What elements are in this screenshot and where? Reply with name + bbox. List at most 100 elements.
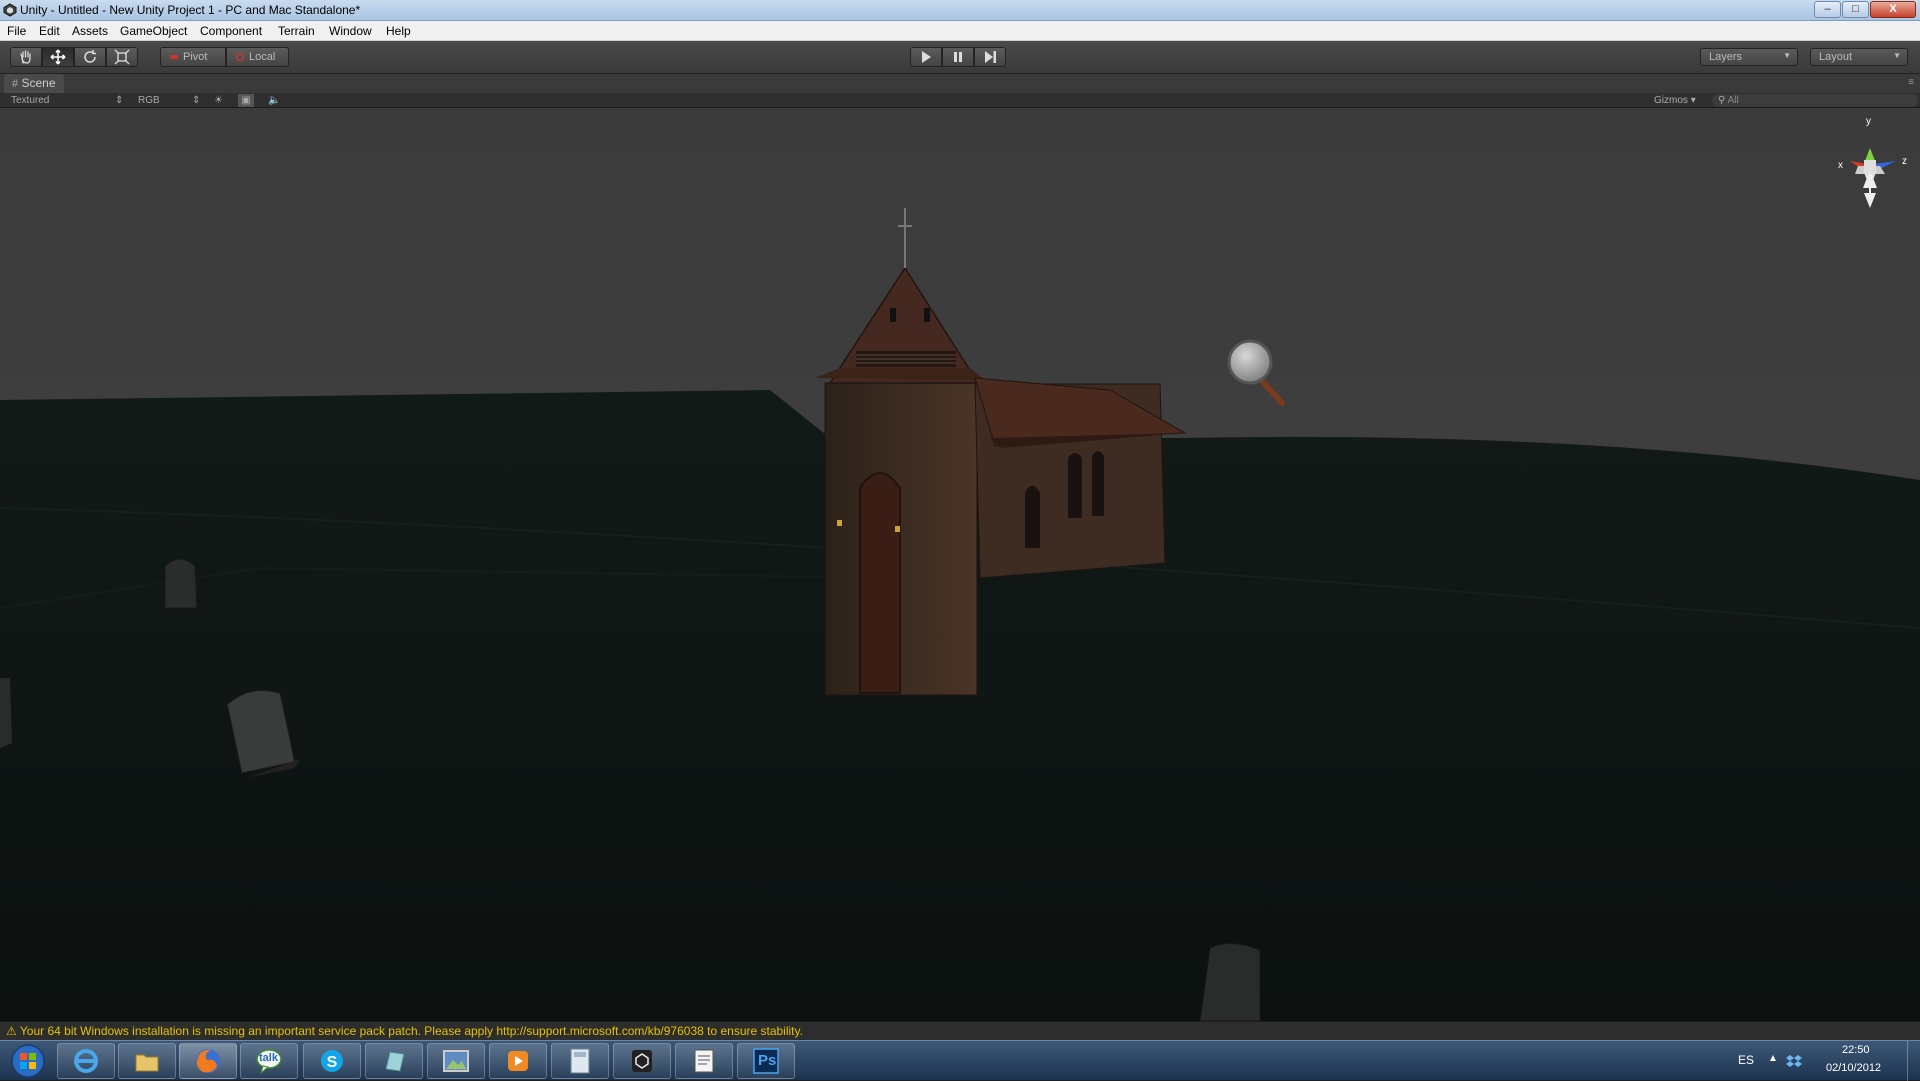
talk-label: talk [259,1052,278,1064]
taskbar-unity[interactable] [613,1043,671,1079]
scene-render [0,108,1920,1021]
rotate-tool-button[interactable] [74,47,106,67]
play-button[interactable] [910,47,942,67]
title-bar: Unity - Untitled - New Unity Project 1 -… [0,0,1920,21]
menu-component[interactable]: Component [200,24,262,38]
main-toolbar: Pivot Local Layers ▼ Layout ▼ [0,41,1920,74]
language-indicator[interactable]: ES [1738,1053,1754,1067]
taskbar-notepad[interactable] [365,1043,423,1079]
scene-search-input[interactable]: ⚲ All [1712,94,1918,107]
file-explorer-icon [135,1054,159,1072]
menu-help[interactable]: Help [386,24,411,38]
grid-icon: # [12,78,19,90]
menu-edit[interactable]: Edit [39,24,60,38]
move-arrows-icon [50,49,66,65]
taskbar-firefox[interactable] [179,1043,237,1079]
pivot-toggle-group: Pivot Local [160,47,289,67]
dropbox-icon[interactable] [1786,1053,1802,1069]
search-icon: ⚲ [1718,95,1726,106]
hand-tool-button[interactable] [10,47,42,67]
local-button[interactable]: Local [226,47,289,67]
minimize-button[interactable]: – [1814,1,1841,18]
menu-assets[interactable]: Assets [72,24,108,38]
skype-icon: S [321,1050,343,1072]
layout-dropdown[interactable]: Layout ▼ [1810,48,1908,66]
layers-dropdown[interactable]: Layers ▼ [1700,48,1798,66]
close-button[interactable]: X [1870,1,1916,18]
show-hidden-icons-icon[interactable]: ▲ [1768,1053,1778,1064]
color-mode-dropdown[interactable]: RGB ⇕ [138,94,201,107]
menu-terrain[interactable]: Terrain [278,24,315,38]
scene-lighting-toggle[interactable]: ☀ [214,94,223,107]
taskbar-media-player[interactable] [489,1043,547,1079]
pause-icon [954,52,962,62]
taskbar-image-viewer[interactable] [427,1043,485,1079]
taskbar-google-talk[interactable]: talk [240,1043,298,1079]
scene-tab-label: Scene [21,76,56,90]
panel-menu-icon[interactable]: ≡ [1908,77,1914,88]
speaker-icon: 🔈 [268,95,281,106]
pivot-button[interactable]: Pivot [160,47,226,67]
photoshop-label: Ps [758,1052,777,1069]
taskbar-calculator[interactable] [551,1043,609,1079]
move-tool-button[interactable] [42,47,74,67]
transform-tools [10,47,138,67]
step-icon [985,51,996,63]
scene-image-toggle[interactable]: ▣ [238,94,254,107]
scene-viewport[interactable]: y x z [0,108,1920,1021]
scale-tool-button[interactable] [106,47,138,67]
text-editor-icon [694,1049,714,1073]
internet-explorer-icon [74,1049,98,1073]
show-desktop-button[interactable] [1907,1041,1920,1081]
scene-audio-toggle[interactable]: 🔈 [268,94,280,107]
render-mode-value: Textured [11,95,50,106]
layout-label: Layout [1819,51,1853,63]
taskbar-photoshop[interactable]: Ps [737,1043,795,1079]
scene-toolbar: Textured ⇕ RGB ⇕ ☀ ▣ 🔈 Gizmos ▾ ⚲ All [0,93,1920,108]
search-placeholder: All [1727,95,1739,106]
menu-gameobject[interactable]: GameObject [120,24,187,38]
maximize-button[interactable]: □ [1842,1,1869,18]
svg-text:S: S [327,1054,338,1071]
image-icon: ▣ [241,95,251,106]
menu-window[interactable]: Window [329,24,372,38]
color-mode-value: RGB [138,95,160,106]
unity-app-icon[interactable] [3,3,17,17]
dropdown-arrow-icon: ⇕ [192,95,201,106]
taskbar-text-editor[interactable] [675,1043,733,1079]
render-mode-dropdown[interactable]: Textured ⇕ [11,94,123,107]
playback-controls [910,47,1006,67]
taskbar-file-explorer[interactable] [118,1043,176,1079]
step-button[interactable] [974,47,1006,67]
menu-bar: File Edit Assets GameObject Component Te… [0,21,1920,41]
tab-scene[interactable]: # Scene [4,74,64,93]
gizmo-y-label: y [1866,116,1871,127]
gizmos-dropdown[interactable]: Gizmos ▾ [1654,94,1696,107]
gizmo-z-label: z [1902,156,1907,167]
pivot-label: Pivot [183,51,208,63]
layers-label: Layers [1709,51,1743,63]
pause-button[interactable] [942,47,974,67]
tombstone [164,558,198,609]
play-icon [922,51,931,63]
menu-file[interactable]: File [7,24,26,38]
image-viewer-icon [443,1050,469,1072]
start-button[interactable] [2,1042,50,1080]
hand-icon [20,50,31,64]
windows-taskbar: talk S Ps ES ▲ 22:50 02/10/2012 [0,1040,1920,1081]
unity-icon [632,1050,652,1072]
dropdown-arrow-icon: ▾ [1690,95,1696,106]
taskbar-skype[interactable]: S [303,1043,361,1079]
scene-tab-bar: # Scene ≡ [0,74,1920,93]
clock-time[interactable]: 22:50 [1842,1044,1870,1056]
pivot-icon [170,55,178,59]
console-status-bar[interactable]: ⚠ Your 64 bit Windows installation is mi… [0,1021,1920,1040]
scale-icon [114,49,130,65]
calculator-icon [570,1048,590,1074]
clock-date[interactable]: 02/10/2012 [1826,1062,1881,1074]
system-tray: ES ▲ 22:50 02/10/2012 [1620,1041,1920,1081]
status-message: Your 64 bit Windows installation is miss… [19,1024,803,1038]
tombstone [1199,943,1261,1021]
local-label: Local [249,51,276,63]
taskbar-internet-explorer[interactable] [57,1043,115,1079]
